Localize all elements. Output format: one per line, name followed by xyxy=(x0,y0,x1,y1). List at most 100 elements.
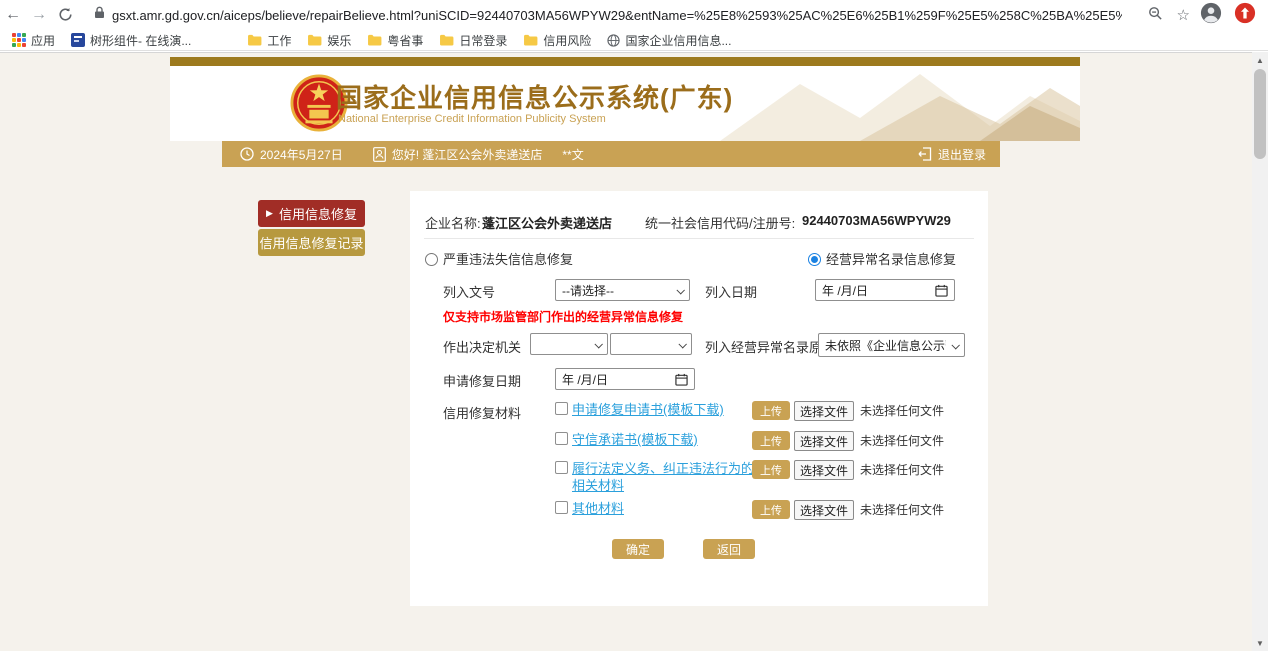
choose-file-button[interactable]: 选择文件 xyxy=(794,460,854,480)
repair-form-panel: 企业名称: 蓬江区公会外卖递送店 统一社会信用代码/注册号: 92440703M… xyxy=(410,191,988,606)
choose-file-button[interactable]: 选择文件 xyxy=(794,500,854,520)
no-file-text: 未选择任何文件 xyxy=(860,431,944,451)
apply-date-input[interactable]: 年 /月/日 xyxy=(555,368,695,390)
logout-button[interactable]: 退出登录 xyxy=(918,146,986,163)
material-checkbox[interactable] xyxy=(555,461,568,474)
sidebar-item-label: 信用信息修复 xyxy=(279,204,357,223)
user-status-bar: 2024年5月27日 您好! 蓬江区公会外卖递送店 **文 退出登录 xyxy=(222,141,1000,167)
listed-doc-select[interactable]: --请选择-- xyxy=(555,279,690,301)
bookmark-yss[interactable]: 粤省事 xyxy=(363,30,431,51)
warning-text: 仅支持市场监管部门作出的经营异常信息修复 xyxy=(443,308,683,325)
chevron-down-icon xyxy=(594,340,602,348)
radio-checked-icon[interactable] xyxy=(808,253,821,266)
bookmark-work[interactable]: 工作 xyxy=(243,30,299,51)
authority-select-city[interactable] xyxy=(530,333,608,355)
radio-label: 经营异常名录信息修复 xyxy=(826,252,956,267)
authority-select-district[interactable] xyxy=(610,333,692,355)
back-button[interactable]: 返回 xyxy=(703,539,755,559)
bookmark-fun[interactable]: 娱乐 xyxy=(303,30,359,51)
select-value: --请选择-- xyxy=(562,282,614,299)
select-value: 未依照《企业信息公示暂行条 xyxy=(825,337,946,354)
current-date: 2024年5月27日 xyxy=(260,146,343,163)
material-link-application[interactable]: 申请修复申请书(模板下载) xyxy=(572,401,724,418)
page-content: 国家企业信用信息公示系统(广东) National Enterprise Cre… xyxy=(0,52,1252,651)
sidebar-item-credit-repair[interactable]: ▶ 信用信息修复 xyxy=(258,200,365,227)
credit-code-value: 92440703MA56WPYW29 xyxy=(802,213,951,228)
credit-code-label: 统一社会信用代码/注册号: xyxy=(645,213,795,232)
radio-abnormal-list[interactable]: 经营异常名录信息修复 xyxy=(808,249,956,268)
bookmarks-bar: 应用 树形组件- 在线演... 工作 娱乐 粤省事 日常登录 信用风险 国家企 xyxy=(0,30,1268,51)
date-placeholder: 年 /月/日 xyxy=(562,371,608,388)
browser-toolbar: ← → gsxt.amr.gd.gov.cn/aiceps/believe/re… xyxy=(0,0,1268,30)
user-card-icon xyxy=(373,147,386,162)
submit-button[interactable]: 确定 xyxy=(612,539,664,559)
bookmark-star-icon[interactable]: ☆ xyxy=(1177,6,1190,24)
browser-window: ← → gsxt.amr.gd.gov.cn/aiceps/believe/re… xyxy=(0,0,1268,651)
bookmark-tree-component[interactable]: 树形组件- 在线演... xyxy=(67,30,199,51)
calendar-icon[interactable] xyxy=(675,373,688,386)
chevron-down-icon xyxy=(951,341,959,349)
sidebar-item-label: 信用信息修复记录 xyxy=(259,233,363,252)
reason-select[interactable]: 未依照《企业信息公示暂行条 xyxy=(818,333,965,357)
globe-icon xyxy=(607,34,620,47)
company-name-label: 企业名称: xyxy=(425,213,481,232)
radio-unchecked-icon[interactable] xyxy=(425,253,438,266)
calendar-icon[interactable] xyxy=(935,284,948,297)
material-checkbox[interactable] xyxy=(555,402,568,415)
page-title: 国家企业信用信息公示系统(广东) xyxy=(336,78,733,115)
scroll-down-icon[interactable]: ▼ xyxy=(1252,635,1268,651)
material-checkbox[interactable] xyxy=(555,432,568,445)
material-link-commitment[interactable]: 守信承诺书(模板下载) xyxy=(572,431,698,448)
url-bar[interactable]: gsxt.amr.gd.gov.cn/aiceps/believe/repair… xyxy=(84,2,1200,28)
apply-date-label: 申请修复日期 xyxy=(443,371,521,390)
profile-avatar-icon[interactable] xyxy=(1200,2,1222,29)
bookmark-credit-risk[interactable]: 信用风险 xyxy=(519,30,599,51)
zoom-page-icon[interactable] xyxy=(1148,6,1163,25)
upload-button[interactable]: 上传 xyxy=(752,500,790,519)
material-link-other[interactable]: 其他材料 xyxy=(572,500,624,517)
chevron-down-icon xyxy=(678,340,686,348)
back-icon[interactable]: ← xyxy=(0,6,26,24)
bookmark-apps[interactable]: 应用 xyxy=(8,30,63,51)
choose-file-button[interactable]: 选择文件 xyxy=(794,401,854,421)
folder-icon xyxy=(439,34,454,46)
date-placeholder: 年 /月/日 xyxy=(822,282,868,299)
upload-button[interactable]: 上传 xyxy=(752,401,790,420)
folder-icon xyxy=(523,34,538,46)
material-link-obligation[interactable]: 履行法定义务、纠正违法行为的相关材料 xyxy=(572,460,754,494)
radio-serious-violation[interactable]: 严重违法失信信息修复 xyxy=(425,249,573,268)
bookmark-label: 娱乐 xyxy=(327,32,351,49)
logout-icon xyxy=(918,147,932,161)
folder-icon xyxy=(247,34,262,46)
vertical-scrollbar[interactable]: ▲ ▼ xyxy=(1252,52,1268,651)
sidebar-item-repair-records[interactable]: 信用信息修复记录 xyxy=(258,229,365,256)
clock-icon xyxy=(240,147,254,161)
bookmark-gov-site[interactable]: 国家企业信用信息... xyxy=(603,30,739,51)
listed-date-input[interactable]: 年 /月/日 xyxy=(815,279,955,301)
divider xyxy=(424,238,974,239)
no-file-text: 未选择任何文件 xyxy=(860,460,944,480)
material-row: 守信承诺书(模板下载) 上传 选择文件 未选择任何文件 xyxy=(410,430,988,452)
authority-row: 作出决定机关 列入经营异常名录原因 未依照《企业信息公示暂行条 xyxy=(410,333,988,357)
chrome-update-icon[interactable] xyxy=(1234,2,1256,29)
choose-file-button[interactable]: 选择文件 xyxy=(794,431,854,451)
greeting-text: 您好! 蓬江区公会外卖递送店 xyxy=(392,146,543,163)
scrollbar-thumb[interactable] xyxy=(1254,69,1266,159)
forward-icon[interactable]: → xyxy=(26,6,52,24)
folder-icon xyxy=(367,34,382,46)
refresh-icon[interactable] xyxy=(52,6,78,24)
padlock-icon[interactable] xyxy=(94,6,105,24)
scroll-up-icon[interactable]: ▲ xyxy=(1252,52,1268,68)
material-row: 履行法定义务、纠正违法行为的相关材料 上传 选择文件 未选择任何文件 xyxy=(410,459,988,499)
material-checkbox[interactable] xyxy=(555,501,568,514)
reason-label: 列入经营异常名录原因 xyxy=(705,337,835,356)
apps-grid-icon xyxy=(12,33,26,47)
listed-doc-row: 列入文号 --请选择-- 列入日期 年 /月/日 xyxy=(410,279,988,301)
authority-label: 作出决定机关 xyxy=(443,337,521,356)
listed-date-label: 列入日期 xyxy=(705,282,757,301)
bookmark-daily-login[interactable]: 日常登录 xyxy=(435,30,515,51)
upload-button[interactable]: 上传 xyxy=(752,460,790,479)
page-subtitle: National Enterprise Credit Information P… xyxy=(338,113,606,125)
upload-button[interactable]: 上传 xyxy=(752,431,790,450)
url-text[interactable]: gsxt.amr.gd.gov.cn/aiceps/believe/repair… xyxy=(112,8,1122,23)
